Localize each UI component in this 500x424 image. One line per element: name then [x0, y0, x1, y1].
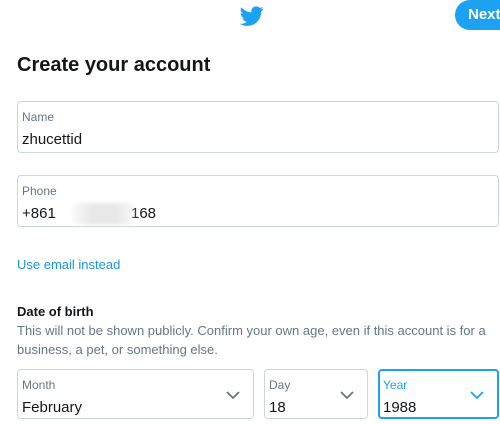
phone-redaction-blur	[72, 203, 136, 225]
dob-title: Date of birth	[17, 304, 94, 319]
year-value: 1988	[383, 399, 417, 416]
twitter-bird-icon	[239, 6, 264, 26]
month-select[interactable]: Month February	[17, 369, 254, 419]
use-email-link[interactable]: Use email instead	[17, 257, 120, 272]
month-label: Month	[22, 378, 56, 392]
month-value: February	[22, 399, 83, 416]
signup-page: Next Create your account Name zhucettid …	[0, 0, 500, 424]
day-label: Day	[269, 378, 291, 392]
chevron-down-icon	[226, 391, 240, 400]
name-value[interactable]: zhucettid	[22, 131, 82, 148]
year-select[interactable]: Year 1988	[378, 369, 499, 419]
day-select[interactable]: Day 18	[264, 369, 368, 419]
next-button[interactable]: Next	[455, 0, 500, 30]
name-label: Name	[22, 110, 55, 124]
year-label: Year	[383, 378, 408, 392]
phone-field[interactable]: Phone +861 168	[17, 175, 499, 227]
name-field[interactable]: Name zhucettid	[17, 101, 499, 153]
chevron-down-icon	[470, 391, 484, 400]
phone-label: Phone	[22, 184, 57, 198]
day-value: 18	[269, 399, 286, 416]
phone-value-prefix[interactable]: +861	[22, 205, 56, 222]
dob-description: This will not be shown publicly. Confirm…	[17, 323, 486, 357]
page-title: Create your account	[17, 54, 211, 76]
chevron-down-icon	[340, 391, 354, 400]
